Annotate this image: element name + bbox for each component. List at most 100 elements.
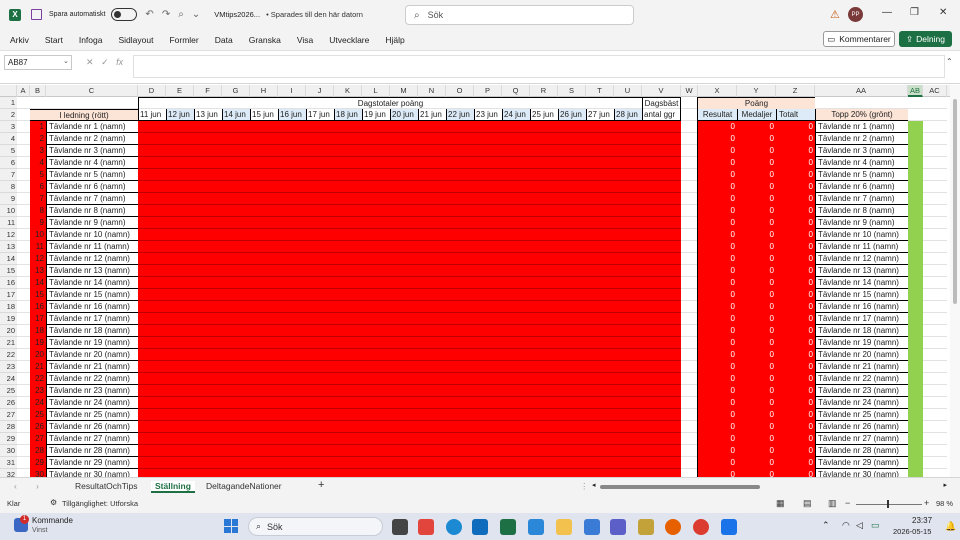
top20-flag-cell[interactable]	[908, 397, 923, 409]
daily-points-cells[interactable]	[138, 289, 681, 301]
daily-points-cells[interactable]	[138, 445, 681, 457]
row-header[interactable]: 21	[0, 337, 17, 349]
zoom-search-icon[interactable]: ⌕	[178, 9, 184, 20]
score-cell-z[interactable]: 0	[776, 301, 815, 313]
accessibility-icon[interactable]: ⚙	[50, 498, 57, 507]
notifications-icon[interactable]: 🔔	[945, 521, 956, 532]
score-cell-x[interactable]: 0	[698, 409, 737, 421]
score-cell-x[interactable]: 0	[698, 361, 737, 373]
notification-sub[interactable]: Vinst	[32, 527, 47, 534]
document-title[interactable]: VMtips2026...	[214, 10, 260, 19]
notepad-icon[interactable]	[528, 519, 544, 535]
name-cell[interactable]: Tävlande nr 27 (namn)	[46, 433, 138, 445]
top20-name-cell[interactable]: Tävlande nr 30 (namn)	[815, 469, 908, 477]
score-cell-z[interactable]: 0	[776, 157, 815, 169]
top20-flag-cell[interactable]	[908, 289, 923, 301]
daily-points-cells[interactable]	[138, 373, 681, 385]
row-header[interactable]: 4	[0, 133, 17, 145]
daily-points-cells[interactable]	[138, 313, 681, 325]
top20-name-cell[interactable]: Tävlande nr 7 (namn)	[815, 193, 908, 205]
score-cell-x[interactable]: 0	[698, 277, 737, 289]
scroll-left-icon[interactable]: ◂	[592, 481, 596, 489]
top20-name-cell[interactable]: Tävlande nr 13 (namn)	[815, 265, 908, 277]
chrome-icon[interactable]	[693, 519, 709, 535]
row-header[interactable]: 27	[0, 409, 17, 421]
score-cell-z[interactable]: 0	[776, 217, 815, 229]
menu-granska[interactable]: Granska	[249, 35, 281, 45]
score-cell-x[interactable]: 0	[698, 385, 737, 397]
score-cell-x[interactable]: 0	[698, 217, 737, 229]
score-cell-z[interactable]: 0	[776, 229, 815, 241]
score-cell-y[interactable]: 0	[737, 397, 776, 409]
menu-data[interactable]: Data	[215, 35, 233, 45]
top20-name-cell[interactable]: Tävlande nr 14 (namn)	[815, 277, 908, 289]
score-cell-x[interactable]: 0	[698, 241, 737, 253]
row-header-2[interactable]: 2	[0, 109, 17, 121]
column-header-c[interactable]: C	[46, 85, 138, 97]
top20-flag-cell[interactable]	[908, 229, 923, 241]
formula-input[interactable]	[133, 55, 945, 78]
row-header[interactable]: 31	[0, 457, 17, 469]
row-header[interactable]: 15	[0, 265, 17, 277]
scroll-right-icon[interactable]: ▸	[943, 481, 947, 489]
score-cell-z[interactable]: 0	[776, 169, 815, 181]
score-cell-x[interactable]: 0	[698, 349, 737, 361]
row-header[interactable]: 14	[0, 253, 17, 265]
vertical-scrollbar[interactable]	[950, 85, 960, 477]
top20-name-cell[interactable]: Tävlande nr 19 (namn)	[815, 337, 908, 349]
daily-points-cells[interactable]	[138, 301, 681, 313]
score-cell-y[interactable]: 0	[737, 205, 776, 217]
redo-icon[interactable]: ↷	[162, 9, 170, 20]
score-cell-y[interactable]: 0	[737, 121, 776, 133]
score-cell-y[interactable]: 0	[737, 217, 776, 229]
column-header-ab[interactable]: AB	[908, 85, 923, 97]
score-cell-z[interactable]: 0	[776, 121, 815, 133]
score-cell-z[interactable]: 0	[776, 193, 815, 205]
score-cell-z[interactable]: 0	[776, 457, 815, 469]
page-layout-icon[interactable]: ▤	[803, 498, 812, 509]
zoom-out-icon[interactable]: −	[845, 498, 850, 508]
rank-cell[interactable]: 16	[30, 301, 46, 313]
rank-cell[interactable]: 30	[30, 469, 46, 477]
column-header-f[interactable]: F	[194, 85, 222, 97]
daily-points-cells[interactable]	[138, 397, 681, 409]
score-cell-y[interactable]: 0	[737, 157, 776, 169]
score-cell-x[interactable]: 0	[698, 433, 737, 445]
daily-points-cells[interactable]	[138, 193, 681, 205]
score-cell-z[interactable]: 0	[776, 373, 815, 385]
score-cell-x[interactable]: 0	[698, 169, 737, 181]
top20-flag-cell[interactable]	[908, 133, 923, 145]
rank-cell[interactable]: 14	[30, 277, 46, 289]
top20-name-cell[interactable]: Tävlande nr 8 (namn)	[815, 205, 908, 217]
column-header-y[interactable]: Y	[737, 85, 776, 97]
select-all-corner[interactable]	[0, 85, 17, 97]
name-cell[interactable]: Tävlande nr 17 (namn)	[46, 313, 138, 325]
task-view-icon[interactable]	[392, 519, 408, 535]
top20-flag-cell[interactable]	[908, 241, 923, 253]
scroll-thumb[interactable]	[953, 99, 957, 304]
name-box[interactable]: AB87	[4, 55, 72, 70]
top20-flag-cell[interactable]	[908, 301, 923, 313]
top20-flag-cell[interactable]	[908, 457, 923, 469]
daily-points-cells[interactable]	[138, 157, 681, 169]
daily-points-cells[interactable]	[138, 229, 681, 241]
rank-cell[interactable]: 25	[30, 409, 46, 421]
top20-flag-cell[interactable]	[908, 217, 923, 229]
top20-flag-cell[interactable]	[908, 421, 923, 433]
column-header-z[interactable]: Z	[776, 85, 815, 97]
row-header[interactable]: 17	[0, 289, 17, 301]
top20-name-cell[interactable]: Tävlande nr 26 (namn)	[815, 421, 908, 433]
score-cell-y[interactable]: 0	[737, 241, 776, 253]
top20-flag-cell[interactable]	[908, 169, 923, 181]
top20-flag-cell[interactable]	[908, 433, 923, 445]
top20-flag-cell[interactable]	[908, 193, 923, 205]
top20-flag-cell[interactable]	[908, 265, 923, 277]
cancel-icon[interactable]: ✕	[86, 57, 94, 67]
score-cell-x[interactable]: 0	[698, 457, 737, 469]
score-cell-y[interactable]: 0	[737, 445, 776, 457]
firefox-icon[interactable]	[665, 519, 681, 535]
column-header-d[interactable]: D	[138, 85, 166, 97]
score-cell-x[interactable]: 0	[698, 193, 737, 205]
name-cell[interactable]: Tävlande nr 21 (namn)	[46, 361, 138, 373]
name-cell[interactable]: Tävlande nr 19 (namn)	[46, 337, 138, 349]
